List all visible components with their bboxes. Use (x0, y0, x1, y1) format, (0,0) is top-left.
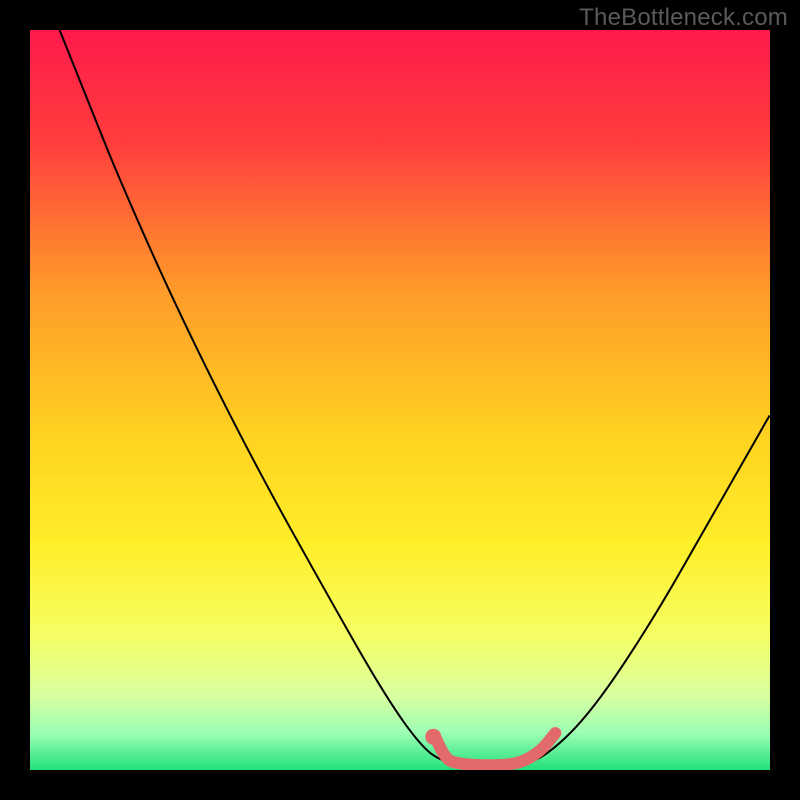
chart-frame: TheBottleneck.com (0, 0, 800, 800)
bottleneck-chart (30, 30, 770, 770)
watermark-text: TheBottleneck.com (579, 4, 788, 32)
plot-area (30, 30, 770, 770)
